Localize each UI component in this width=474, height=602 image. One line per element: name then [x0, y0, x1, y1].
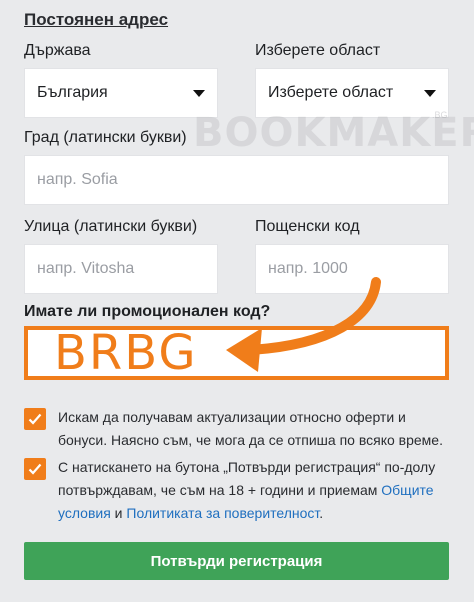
checkmark-icon	[28, 413, 42, 425]
promo-code-field[interactable]: BRBG	[24, 326, 449, 380]
postcode-field[interactable]	[255, 244, 449, 294]
consent-terms-checkbox[interactable]	[24, 458, 46, 480]
country-select[interactable]: България	[24, 68, 218, 118]
promo-code-value: BRBG	[54, 325, 198, 381]
checkmark-icon	[28, 463, 42, 475]
consent-terms-text-and: и	[110, 505, 127, 521]
registration-form: Постоянен адрес Държава България Изберет…	[0, 0, 474, 602]
consent-terms-row: С натискането на бутона „Потвърди регист…	[24, 456, 448, 525]
country-label: Държава	[24, 42, 91, 59]
caret-down-icon	[193, 89, 205, 97]
consent-updates-text: Искам да получавам актуализации относно …	[58, 409, 443, 448]
promo-label: Имате ли промоционален код?	[24, 303, 271, 320]
confirm-registration-button[interactable]: Потвърди регистрация	[24, 542, 449, 580]
postcode-input[interactable]	[268, 260, 436, 278]
city-field[interactable]	[24, 155, 449, 205]
consent-terms-text-before: С натискането на бутона „Потвърди регист…	[58, 459, 436, 498]
region-value: Изберете област	[268, 84, 394, 101]
consent-terms-text: С натискането на бутона „Потвърди регист…	[58, 456, 448, 525]
street-field[interactable]	[24, 244, 218, 294]
country-value: България	[37, 84, 108, 101]
consent-updates-checkbox[interactable]	[24, 408, 46, 430]
bookmakers-watermark-tld: .BG	[432, 110, 448, 120]
region-label: Изберете област	[255, 42, 381, 59]
city-input[interactable]	[37, 171, 436, 189]
caret-down-icon	[424, 89, 436, 97]
consent-terms-text-end: .	[319, 505, 324, 521]
consent-updates-row: Искам да получавам актуализации относно …	[24, 406, 448, 452]
section-title: Постоянен адрес	[24, 10, 169, 29]
city-label: Град (латински букви)	[24, 129, 187, 146]
postcode-label: Пощенски код	[255, 218, 360, 235]
privacy-link[interactable]: Политиката за поверителност	[126, 505, 319, 521]
street-label: Улица (латински букви)	[24, 218, 198, 235]
street-input[interactable]	[37, 260, 205, 278]
